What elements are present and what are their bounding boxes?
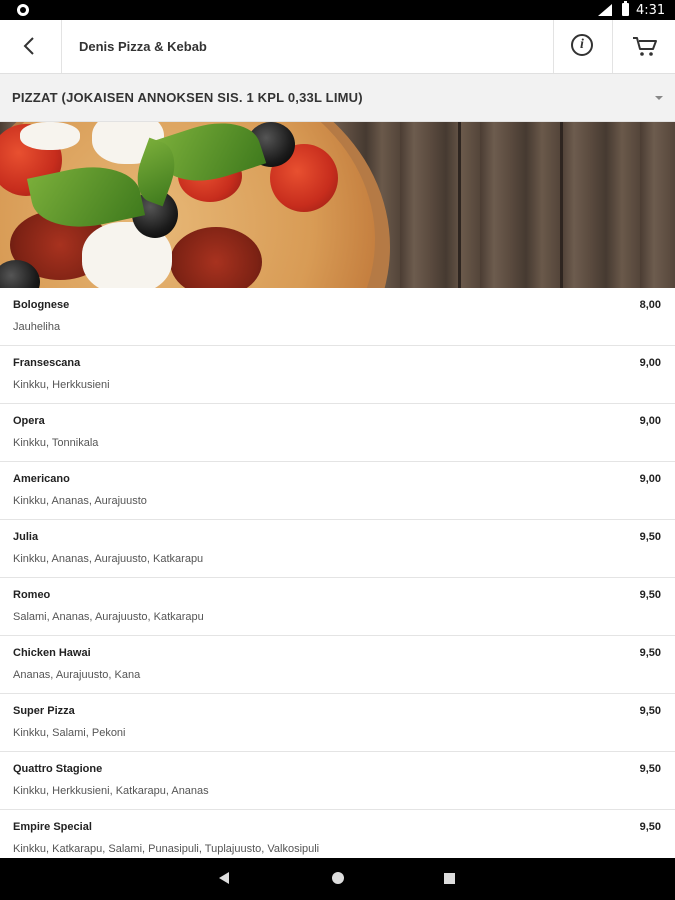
category-hero-image bbox=[0, 122, 675, 288]
item-price: 9,50 bbox=[639, 531, 661, 543]
info-icon: i bbox=[571, 34, 593, 56]
item-price: 9,00 bbox=[639, 415, 661, 427]
menu-item[interactable]: Bolognese Jauheliha 8,00 bbox=[0, 288, 675, 346]
item-name: Chicken Hawai bbox=[13, 647, 91, 659]
item-name: Americano bbox=[13, 473, 70, 485]
item-name: Bolognese bbox=[13, 299, 70, 311]
cart-icon bbox=[633, 37, 657, 56]
cart-button[interactable] bbox=[612, 20, 675, 73]
category-label: PIZZAT (JOKAISEN ANNOKSEN SIS. 1 KPL 0,3… bbox=[12, 90, 363, 105]
item-price: 9,00 bbox=[639, 473, 661, 485]
battery-icon bbox=[622, 1, 629, 16]
item-description: Kinkku, Ananas, Aurajuusto bbox=[13, 495, 147, 507]
menu-item[interactable]: Quattro Stagione Kinkku, Herkkusieni, Ka… bbox=[0, 752, 675, 810]
dropdown-arrow-icon bbox=[655, 96, 663, 100]
status-bar: 4:31 bbox=[0, 0, 675, 20]
info-button[interactable]: i bbox=[553, 20, 613, 73]
item-description: Kinkku, Tonnikala bbox=[13, 437, 99, 449]
signal-icon bbox=[598, 4, 612, 16]
item-name: Fransescana bbox=[13, 357, 81, 369]
item-price: 8,00 bbox=[639, 299, 661, 311]
item-name: Super Pizza bbox=[13, 705, 75, 717]
nav-back-icon[interactable] bbox=[219, 872, 229, 884]
category-selector[interactable]: PIZZAT (JOKAISEN ANNOKSEN SIS. 1 KPL 0,3… bbox=[0, 74, 675, 122]
item-name: Julia bbox=[13, 531, 39, 543]
item-price: 9,00 bbox=[639, 357, 661, 369]
item-description: Ananas, Aurajuusto, Kana bbox=[13, 669, 141, 681]
item-name: Opera bbox=[13, 415, 45, 427]
menu-item[interactable]: Americano Kinkku, Ananas, Aurajuusto 9,0… bbox=[0, 462, 675, 520]
system-nav-bar bbox=[0, 858, 675, 900]
item-name: Romeo bbox=[13, 589, 51, 601]
menu-item[interactable]: Julia Kinkku, Ananas, Aurajuusto, Katkar… bbox=[0, 520, 675, 578]
item-price: 9,50 bbox=[639, 589, 661, 601]
item-name: Empire Special bbox=[13, 821, 92, 833]
item-description: Kinkku, Salami, Pekoni bbox=[13, 727, 126, 739]
chevron-left-icon bbox=[23, 37, 34, 55]
item-name: Quattro Stagione bbox=[13, 763, 103, 775]
menu-list: Bolognese Jauheliha 8,00 Fransescana Kin… bbox=[0, 288, 675, 868]
restaurant-title: Denis Pizza & Kebab bbox=[79, 39, 207, 54]
menu-item[interactable]: Romeo Salami, Ananas, Aurajuusto, Katkar… bbox=[0, 578, 675, 636]
menu-item[interactable]: Super Pizza Kinkku, Salami, Pekoni 9,50 bbox=[0, 694, 675, 752]
item-price: 9,50 bbox=[639, 821, 661, 833]
item-description: Kinkku, Ananas, Aurajuusto, Katkarapu bbox=[13, 553, 204, 565]
nav-home-icon[interactable] bbox=[332, 872, 344, 884]
menu-item[interactable]: Chicken Hawai Ananas, Aurajuusto, Kana 9… bbox=[0, 636, 675, 694]
notification-icon bbox=[17, 4, 29, 16]
back-button[interactable] bbox=[0, 20, 62, 73]
menu-item[interactable]: Opera Kinkku, Tonnikala 9,00 bbox=[0, 404, 675, 462]
app-bar: Denis Pizza & Kebab i bbox=[0, 20, 675, 74]
item-description: Kinkku, Herkkusieni bbox=[13, 379, 110, 391]
item-price: 9,50 bbox=[639, 763, 661, 775]
item-price: 9,50 bbox=[639, 647, 661, 659]
status-time: 4:31 bbox=[636, 3, 666, 18]
nav-recents-icon[interactable] bbox=[444, 873, 455, 884]
item-description: Salami, Ananas, Aurajuusto, Katkarapu bbox=[13, 611, 204, 623]
item-description: Jauheliha bbox=[13, 321, 61, 333]
item-description: Kinkku, Herkkusieni, Katkarapu, Ananas bbox=[13, 785, 209, 797]
item-description: Kinkku, Katkarapu, Salami, Punasipuli, T… bbox=[13, 843, 320, 855]
menu-item[interactable]: Fransescana Kinkku, Herkkusieni 9,00 bbox=[0, 346, 675, 404]
item-price: 9,50 bbox=[639, 705, 661, 717]
